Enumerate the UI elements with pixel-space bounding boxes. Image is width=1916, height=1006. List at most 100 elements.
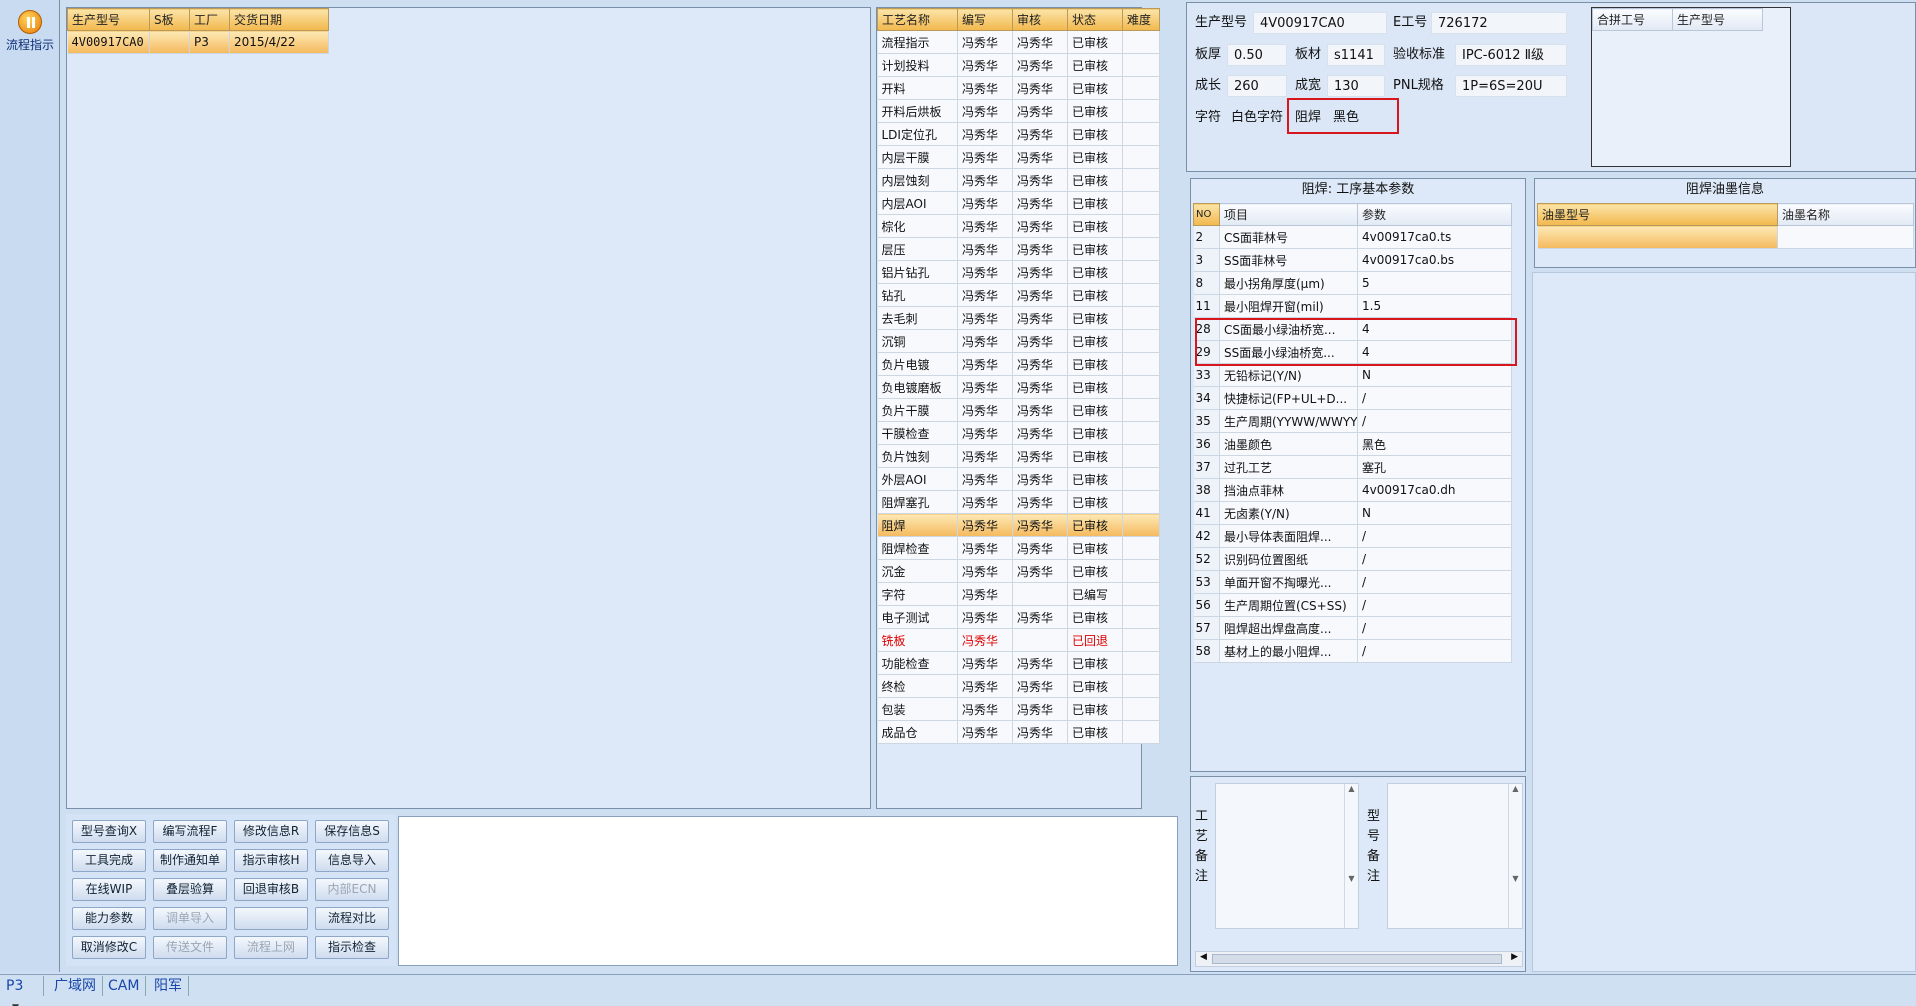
table-row[interactable]: 开料 冯秀华 冯秀华 已审核 [877,76,1160,100]
stack-check-button[interactable]: 叠层验算 [153,878,227,901]
table-row[interactable] [1537,225,1914,249]
col-header[interactable]: 参数 [1357,203,1512,226]
col-header[interactable]: 生产型号 [67,8,150,31]
table-row[interactable]: 37 过孔工艺 塞孔 [1193,455,1512,479]
col-header[interactable]: 合拼工号 [1592,8,1673,31]
col-header[interactable]: 油墨型号 [1537,203,1778,226]
table-row[interactable]: 2 CS面菲林号 4v00917ca0.ts [1193,225,1512,249]
table-row[interactable]: 电子测试 冯秀华 冯秀华 已审核 [877,605,1160,629]
col-header[interactable]: 生产型号 [1672,8,1763,31]
review-button[interactable]: 指示审核H [234,849,308,872]
table-row[interactable]: 34 快捷标记(FP+UL+D... / [1193,386,1512,410]
table-row[interactable]: 沉金 冯秀华 冯秀华 已审核 [877,559,1160,583]
material-value[interactable]: s1141 [1327,44,1385,66]
load-import-button[interactable]: 调单导入 [153,907,227,930]
table-row[interactable]: 负片干膜 冯秀华 冯秀华 已审核 [877,398,1160,422]
plant-select[interactable]: P3 ▼ [0,976,44,1006]
revert-review-button[interactable]: 回退审核B [234,878,308,901]
pnl-value[interactable]: 1P=6S=20U [1455,75,1567,97]
table-row[interactable]: 铝片钻孔 冯秀华 冯秀华 已审核 [877,260,1160,284]
table-row[interactable]: 42 最小导体表面阻焊... / [1193,524,1512,548]
table-row[interactable]: 棕化 冯秀华 冯秀华 已审核 [877,214,1160,238]
table-row[interactable]: 阻焊检查 冯秀华 冯秀华 已审核 [877,536,1160,560]
width-value[interactable]: 130 [1327,75,1385,97]
table-row[interactable]: 35 生产周期(YYWW/WWYY) / [1193,409,1512,433]
table-row[interactable]: 层压 冯秀华 冯秀华 已审核 [877,237,1160,261]
check-button[interactable]: 指示检查 [315,936,389,959]
import-info-button[interactable]: 信息导入 [315,849,389,872]
write-flow-button[interactable]: 编写流程F [153,820,227,843]
col-header[interactable]: 项目 [1219,203,1358,226]
table-row[interactable]: 开料后烘板 冯秀华 冯秀华 已审核 [877,99,1160,123]
table-row[interactable]: 干膜检查 冯秀华 冯秀华 已审核 [877,421,1160,445]
col-header[interactable]: S板 [149,8,190,31]
table-row[interactable]: 阻焊塞孔 冯秀华 冯秀华 已审核 [877,490,1160,514]
col-header[interactable]: 编写 [957,8,1013,31]
table-row[interactable]: 36 油墨颜色 黑色 [1193,432,1512,456]
table-row[interactable]: 字符 冯秀华 已编写 [877,582,1160,606]
internal-ecn-button[interactable]: 内部ECN [315,878,389,901]
table-row[interactable]: 成品仓 冯秀华 冯秀华 已审核 [877,720,1160,744]
message-box[interactable] [398,816,1178,966]
capability-button[interactable]: 能力参数 [72,907,146,930]
table-row[interactable]: 流程指示 冯秀华 冯秀华 已审核 [877,30,1160,54]
col-header[interactable]: 审核 [1012,8,1068,31]
table-row[interactable]: 38 挡油点菲林 4v00917ca0.dh [1193,478,1512,502]
table-row[interactable]: 8 最小拐角厚度(μm) 5 [1193,271,1512,295]
table-row[interactable]: 33 无铅标记(Y/N) N [1193,363,1512,387]
table-row[interactable]: 4V00917CA0 P3 2015/4/22 [67,30,329,54]
table-row[interactable]: 52 识别码位置图纸 / [1193,547,1512,571]
table-row[interactable]: 负片蚀刻 冯秀华 冯秀华 已审核 [877,444,1160,468]
flow-compare-button[interactable]: 流程对比 [315,907,389,930]
table-row[interactable]: 57 阻焊超出焊盘高度... / [1193,616,1512,640]
combined-list[interactable]: 合拼工号 生产型号 [1591,7,1791,167]
table-row[interactable]: 内层蚀刻 冯秀华 冯秀华 已审核 [877,168,1160,192]
standard-value[interactable]: IPC-6012 Ⅱ级 [1455,44,1567,66]
col-header[interactable]: 工厂 [189,8,230,31]
flow-upload-button[interactable]: 流程上网 [234,936,308,959]
col-header[interactable]: 状态 [1067,8,1123,31]
table-row[interactable]: 3 SS面菲林号 4v00917ca0.bs [1193,248,1512,272]
table-row[interactable]: 53 单面开窗不掏曝光... / [1193,570,1512,594]
length-value[interactable]: 260 [1227,75,1287,97]
table-row[interactable]: 11 最小阻焊开窗(mil) 1.5 [1193,294,1512,318]
send-file-button[interactable]: 传送文件 [153,936,227,959]
table-row[interactable]: 负片电镀 冯秀华 冯秀华 已审核 [877,352,1160,376]
scrollbar[interactable]: ▲ ▼ [1508,784,1522,928]
make-notice-button[interactable]: 制作通知单 [153,849,227,872]
table-row[interactable]: LDI定位孔 冯秀华 冯秀华 已审核 [877,122,1160,146]
query-model-button[interactable]: 型号查询X [72,820,146,843]
thickness-value[interactable]: 0.50 [1227,44,1287,66]
save-info-button[interactable]: 保存信息S [315,820,389,843]
process-notes-input[interactable]: ▲ ▼ [1215,783,1359,929]
tab-user[interactable]: 阳军 [148,976,189,996]
table-row[interactable]: 负电镀磨板 冯秀华 冯秀华 已审核 [877,375,1160,399]
online-wip-button[interactable]: 在线WIP [72,878,146,901]
cancel-modify-button[interactable]: 取消修改C [72,936,146,959]
blank-button[interactable] [234,907,308,930]
scrollbar[interactable]: ▲ ▼ [1344,784,1358,928]
tab-wan[interactable]: 广域网 [48,976,103,996]
tool-done-button[interactable]: 工具完成 [72,849,146,872]
model-notes-input[interactable]: ▲ ▼ [1387,783,1523,929]
modify-info-button[interactable]: 修改信息R [234,820,308,843]
table-row[interactable]: 41 无卤素(Y/N) N [1193,501,1512,525]
table-row[interactable]: 内层干膜 冯秀华 冯秀华 已审核 [877,145,1160,169]
model-value[interactable]: 4V00917CA0 [1253,12,1387,34]
eno-value[interactable]: 726172 [1431,12,1567,34]
table-row[interactable]: 计划投料 冯秀华 冯秀华 已审核 [877,53,1160,77]
table-row[interactable]: 沉铜 冯秀华 冯秀华 已审核 [877,329,1160,353]
table-row[interactable]: 终检 冯秀华 冯秀华 已审核 [877,674,1160,698]
table-row[interactable]: 钻孔 冯秀华 冯秀华 已审核 [877,283,1160,307]
table-row[interactable]: 内层AOI 冯秀华 冯秀华 已审核 [877,191,1160,215]
tab-cam[interactable]: CAM [102,976,147,996]
col-header[interactable]: NO [1193,203,1220,226]
table-row[interactable]: 阻焊 冯秀华 冯秀华 已审核 [877,513,1160,537]
table-row[interactable]: 58 基材上的最小阻焊... / [1193,639,1512,663]
table-row[interactable]: 去毛刺 冯秀华 冯秀华 已审核 [877,306,1160,330]
col-header[interactable]: 难度 [1122,8,1160,31]
col-header[interactable]: 油墨名称 [1777,203,1914,226]
col-header[interactable]: 工艺名称 [877,8,958,31]
horizontal-scrollbar[interactable]: ◀ ▶ [1195,951,1523,967]
col-header[interactable]: 交货日期 [229,8,329,31]
